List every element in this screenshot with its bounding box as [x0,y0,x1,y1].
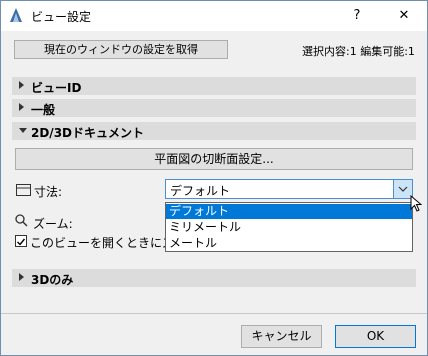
dropdown-option-meter[interactable]: メートル [166,236,412,251]
expand-arrow-icon [19,81,24,89]
zoom-icon [15,214,28,227]
help-button[interactable]: ? [344,5,370,27]
zoom-on-open-checkbox[interactable] [15,235,27,247]
get-current-window-settings-button[interactable]: 現在のウィンドウの設定を取得 [14,40,228,59]
selection-status: 選択内容:1 編集可能:1 [302,45,415,58]
window-title: ビュー設定 [31,10,92,24]
section-2d3d-document-label: 2D/3Dドキュメント [31,126,145,140]
cancel-button[interactable]: キャンセル [241,325,322,348]
section-general[interactable]: 一般 [12,99,416,117]
floor-plan-cut-plane-button[interactable]: 平面図の切断面設定... [15,148,413,170]
section-general-label: 一般 [31,103,56,117]
mouse-cursor-icon [410,195,422,212]
dimension-select-value: デフォルト [170,184,231,198]
expand-arrow-icon [19,273,24,281]
dialog-body: 現在のウィンドウの設定を取得 選択内容:1 編集可能:1 ビューID 一般 2D… [1,31,427,355]
close-button[interactable]: ✕ [391,5,417,27]
section-2d3d-document[interactable]: 2D/3Dドキュメント [12,122,416,140]
dimension-label: 寸法: [34,185,63,199]
zoom-label: ズーム: [33,217,73,231]
ok-button[interactable]: OK [335,325,416,348]
dropdown-option-millimeter[interactable]: ミリメートル [166,220,412,235]
section-3d-only-label: 3Dのみ [31,273,74,287]
dimension-select[interactable]: デフォルト [165,179,413,199]
checkmark-icon [17,238,26,246]
archicad-app-icon [10,8,22,22]
section-view-id[interactable]: ビューID [12,77,416,95]
expand-arrow-icon [19,103,24,111]
dimension-dropdown-list: デフォルト ミリメートル メートル [165,202,413,252]
dimension-icon [16,184,31,196]
view-settings-dialog: ビュー設定 ? ✕ 現在のウィンドウの設定を取得 選択内容:1 編集可能:1 ビ… [0,0,428,356]
collapse-arrow-icon [19,128,27,133]
section-3d-only[interactable]: 3Dのみ [12,269,416,287]
title-bar: ビュー設定 ? ✕ [1,1,427,31]
footer-separator [1,313,427,314]
section-view-id-label: ビューID [31,81,82,95]
dropdown-option-default[interactable]: デフォルト [166,204,412,219]
